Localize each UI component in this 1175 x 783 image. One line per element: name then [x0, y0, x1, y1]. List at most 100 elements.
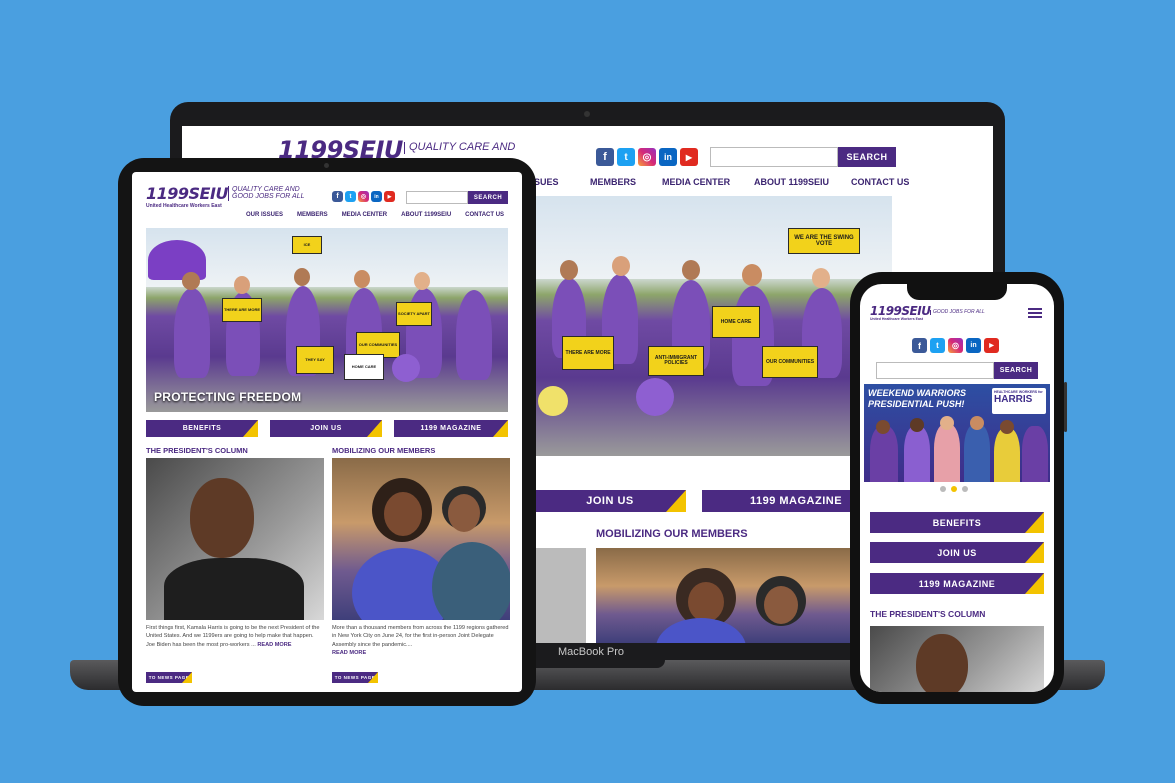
site-tagline: QUALITY CARE AND GOOD JOBS FOR ALL — [228, 186, 304, 201]
button-accent — [367, 420, 382, 437]
tablet-device: 1199SEIU United Healthcare Workers East … — [118, 158, 536, 706]
section-title: MOBILIZING OUR MEMBERS — [596, 528, 748, 540]
nav-about[interactable]: ABOUT 1199SEIU — [401, 212, 451, 218]
instagram-icon[interactable]: ◎ — [358, 191, 369, 202]
button-accent — [1025, 573, 1044, 594]
join-us-label: JOIN US — [937, 547, 977, 558]
facebook-icon[interactable]: f — [912, 338, 927, 353]
twitter-icon[interactable]: t — [930, 338, 945, 353]
nav-contact[interactable]: CONTACT US — [851, 177, 921, 187]
site-subtitle: United Healthcare Workers East — [870, 317, 924, 321]
linkedin-icon[interactable]: in — [659, 148, 677, 166]
join-us-button[interactable]: JOIN US — [870, 542, 1044, 563]
hamburger-menu-icon[interactable] — [1028, 308, 1042, 318]
presidents-column-body: First things first, Kamala Harris is goi… — [146, 625, 320, 648]
join-us-label: JOIN US — [586, 495, 634, 507]
nav-our-issues[interactable]: OUR ISSUES — [246, 212, 283, 218]
hero-image: ICE THERE ARE MORE THEY SAY OUR COMMUNIT… — [146, 228, 508, 412]
social-icons: f t ◎ in ▶ — [596, 148, 698, 166]
laptop-brand-label: MacBook Pro — [558, 646, 625, 658]
linkedin-icon[interactable]: in — [966, 338, 981, 353]
magazine-button[interactable]: 1199 MAGAZINE — [394, 420, 508, 437]
site-tagline: QUALITY CARE AND — [404, 141, 516, 154]
nav-media-center[interactable]: MEDIA CENTER — [662, 177, 754, 187]
carousel-dot[interactable] — [962, 486, 968, 492]
tagline-line2: GOOD JOBS FOR ALL — [232, 193, 305, 201]
magazine-button[interactable]: 1199 MAGAZINE — [870, 573, 1044, 594]
search-form: SEARCH — [876, 362, 1038, 379]
button-accent — [243, 420, 258, 437]
magazine-label: 1199 MAGAZINE — [420, 425, 482, 432]
instagram-icon[interactable]: ◎ — [948, 338, 963, 353]
phone-screen: 1199SEIU United Healthcare Workers East … — [860, 284, 1054, 692]
button-accent — [182, 672, 192, 683]
nav-our-issues[interactable]: SUES — [534, 177, 590, 187]
badge-name: HARRIS — [994, 394, 1033, 405]
join-us-button[interactable]: JOIN US — [534, 490, 686, 512]
phone-notch — [907, 282, 1007, 300]
youtube-icon[interactable]: ▶ — [384, 191, 395, 202]
members-photo — [332, 458, 510, 620]
mobilizing-title: MOBILIZING OUR MEMBERS — [332, 446, 436, 455]
social-icons: f t ◎ in ▶ — [912, 338, 999, 353]
site-logo[interactable]: 1199SEIU — [870, 304, 931, 318]
search-button[interactable]: SEARCH — [838, 147, 896, 167]
to-news-page-button[interactable]: TO NEWS PAGE — [332, 672, 378, 683]
tagline-line1: QUALITY CARE AND — [409, 141, 516, 153]
tagline-line1: QUALITY CARE AND — [232, 186, 300, 193]
main-nav: SUES MEMBERS MEDIA CENTER ABOUT 1199SEIU… — [534, 177, 921, 187]
phone-device: 1199SEIU United Healthcare Workers East … — [850, 272, 1067, 704]
banner-headline-1: WEEKEND WARRIORS — [868, 388, 967, 398]
banner-headline-2: PRESIDENTIAL PUSH! — [868, 399, 965, 409]
linkedin-icon[interactable]: in — [371, 191, 382, 202]
harris-badge: HEALTHCARE WORKERS for HARRIS — [992, 388, 1046, 414]
camera-dot — [324, 163, 329, 168]
nav-media-center[interactable]: MEDIA CENTER — [342, 212, 387, 218]
nav-members[interactable]: MEMBERS — [297, 212, 328, 218]
mobilizing-body: More than a thousand members from across… — [332, 625, 509, 648]
button-accent — [368, 672, 378, 683]
facebook-icon[interactable]: f — [596, 148, 614, 166]
search-input[interactable] — [406, 191, 468, 204]
carousel-dot[interactable] — [940, 486, 946, 492]
twitter-icon[interactable]: t — [617, 148, 635, 166]
nav-contact[interactable]: CONTACT US — [465, 212, 504, 218]
camera-dot — [584, 111, 590, 117]
search-button[interactable]: SEARCH — [468, 191, 508, 204]
site-tagline: GOOD JOBS FOR ALL — [930, 309, 985, 316]
facebook-icon[interactable]: f — [332, 191, 343, 202]
campaign-banner: WEEKEND WARRIORS PRESIDENTIAL PUSH! HEAL… — [864, 384, 1050, 482]
search-input[interactable] — [876, 362, 994, 379]
president-photo — [870, 626, 1044, 692]
site-logo[interactable]: 1199SEIU — [146, 184, 228, 203]
youtube-icon[interactable]: ▶ — [984, 338, 999, 353]
benefits-label: BENEFITS — [182, 425, 222, 432]
social-icons: f t ◎ in ▶ — [332, 191, 395, 202]
tablet-screen: 1199SEIU United Healthcare Workers East … — [132, 172, 522, 692]
hero-caption: PROTECTING FREEDOM — [154, 390, 302, 404]
search-input[interactable] — [710, 147, 838, 167]
instagram-icon[interactable]: ◎ — [638, 148, 656, 166]
presidents-column-title: THE PRESIDENT'S COLUMN — [870, 609, 986, 619]
nav-about[interactable]: ABOUT 1199SEIU — [754, 177, 851, 187]
presidents-column-title: THE PRESIDENT'S COLUMN — [146, 446, 248, 455]
button-accent — [493, 420, 508, 437]
benefits-button[interactable]: BENEFITS — [870, 512, 1044, 533]
nav-members[interactable]: MEMBERS — [590, 177, 662, 187]
read-more-link[interactable]: READ MORE — [257, 642, 291, 648]
carousel-dot-active[interactable] — [951, 486, 957, 492]
youtube-icon[interactable]: ▶ — [680, 148, 698, 166]
benefits-label: BENEFITS — [932, 517, 982, 528]
join-us-button[interactable]: JOIN US — [270, 420, 382, 437]
read-more-link[interactable]: READ MORE — [332, 650, 366, 656]
president-photo — [146, 458, 324, 620]
tagline-line2: GOOD JOBS FOR ALL — [933, 309, 985, 315]
site-subtitle: United Healthcare Workers East — [146, 203, 222, 209]
search-button[interactable]: SEARCH — [994, 362, 1038, 379]
twitter-icon[interactable]: t — [345, 191, 356, 202]
benefits-button[interactable]: BENEFITS — [146, 420, 258, 437]
to-news-page-button[interactable]: TO NEWS PAGE — [146, 672, 192, 683]
mobilizing-text: More than a thousand members from across… — [332, 624, 510, 658]
magazine-label: 1199 MAGAZINE — [918, 578, 996, 589]
search-form: SEARCH — [406, 191, 508, 204]
